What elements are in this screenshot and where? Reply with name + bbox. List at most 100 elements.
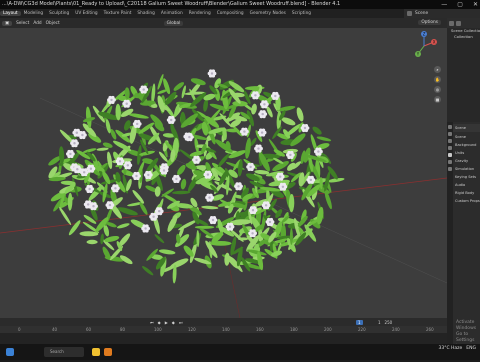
flower [258, 110, 268, 119]
tab-texture-paint[interactable]: Texture Paint [101, 11, 135, 16]
jump-start-icon[interactable]: ⏮ [150, 320, 154, 325]
property-row[interactable]: Gravity [453, 157, 480, 165]
plant-render [0, 69, 447, 318]
leaf [96, 147, 109, 151]
prev-key-icon[interactable]: ◆ [158, 320, 161, 325]
scene-tab-icon[interactable] [448, 153, 452, 157]
tab-rendering[interactable]: Rendering [186, 11, 214, 16]
zoom-icon[interactable]: ⌕ [434, 66, 441, 73]
property-row[interactable]: Simulation [453, 165, 480, 173]
system-tray: 33°C Haze ENG [438, 346, 476, 351]
leaf [79, 231, 99, 237]
timeline-ruler[interactable]: 0 40 60 80 100 120 140 160 180 200 220 240 260 [0, 326, 447, 333]
tab-scripting[interactable]: Scripting [289, 11, 314, 16]
frame-range: 1 250 [378, 320, 392, 325]
minimize-button[interactable]: — [441, 0, 447, 9]
tab-modeling[interactable]: Modeling [21, 11, 47, 16]
object-tab-icon[interactable] [448, 167, 452, 171]
camera-view-icon[interactable]: ◎ [434, 86, 441, 93]
output-tab-icon[interactable] [448, 139, 452, 143]
view-layer-tab-icon[interactable] [448, 146, 452, 150]
window-titlebar: ...\A-DW\CG3d Model\Plants\01_Ready to U… [0, 0, 480, 9]
leaf-cluster [48, 74, 345, 284]
svg-text:Z: Z [423, 32, 426, 37]
leaf [289, 228, 293, 245]
jump-end-icon[interactable]: ⏭ [179, 320, 183, 325]
property-row[interactable]: Rigid Body [453, 189, 480, 197]
leaf [251, 103, 257, 115]
leaf [165, 91, 177, 105]
leaf [132, 189, 145, 204]
leaf [86, 239, 98, 245]
tab-geometry-nodes[interactable]: Geometry Nodes [247, 11, 289, 16]
render-tab-icon[interactable] [448, 132, 452, 136]
playback-controls: ⏮ ◆ ▶ ◆ ⏭ [150, 320, 182, 325]
timeline-panel[interactable]: ⏮ ◆ ▶ ◆ ⏭ 1 1 250 0 40 60 80 100 120 140 160 180… [0, 318, 447, 344]
search-input[interactable]: Search [44, 347, 84, 357]
timeline-controls: ⏮ ◆ ▶ ◆ ⏭ 1 1 250 [0, 318, 447, 326]
property-row[interactable]: Scene [453, 133, 480, 141]
timeline-tick-label: 180 [290, 327, 298, 332]
outliner-header [447, 18, 480, 28]
property-row[interactable]: Audio [453, 181, 480, 189]
filter-icon[interactable] [456, 20, 461, 26]
leaf [158, 249, 176, 255]
maximize-button[interactable]: ▢ [457, 0, 463, 9]
tab-animation[interactable]: Animation [158, 11, 186, 16]
properties-header: Scene [453, 124, 480, 132]
current-frame-field[interactable]: 1 [356, 319, 363, 325]
timeline-tick-label: 160 [256, 327, 264, 332]
property-row[interactable]: Units [453, 149, 480, 157]
property-row[interactable]: Custom Props [453, 197, 480, 205]
timeline-tick-label: 0 [18, 327, 21, 332]
workspace-tab-bar: Layout Modeling Sculpting UV Editing Tex… [0, 9, 480, 18]
leaf [177, 164, 186, 176]
leaf [180, 178, 187, 190]
tab-shading[interactable]: Shading [134, 11, 157, 16]
flower [207, 69, 217, 78]
timeline-track[interactable] [0, 333, 447, 344]
activation-title: Activate Windows [456, 320, 477, 331]
timeline-tick-label: 220 [358, 327, 366, 332]
leaf [181, 85, 186, 99]
next-key-icon[interactable]: ◆ [172, 320, 175, 325]
tab-layout[interactable]: Layout [0, 11, 21, 16]
language-indicator[interactable]: ENG [466, 346, 476, 351]
tab-compositing[interactable]: Compositing [214, 11, 247, 16]
perspective-toggle-icon[interactable]: ▦ [434, 96, 441, 103]
leaf [128, 113, 149, 119]
leaf [67, 192, 73, 211]
start-icon[interactable] [6, 348, 14, 356]
flower [205, 193, 214, 202]
timeline-tick-label: 200 [324, 327, 332, 332]
scene-selector[interactable]: Scene [404, 9, 480, 18]
flower [208, 216, 218, 225]
navigation-gizmo[interactable]: X Y Z [408, 30, 440, 62]
pan-hand-icon[interactable]: ✋ [434, 76, 441, 83]
file-explorer-icon[interactable] [92, 348, 100, 356]
property-row[interactable]: Keying Sets [453, 173, 480, 181]
close-button[interactable]: ✕ [473, 0, 478, 9]
tab-uv-editing[interactable]: UV Editing [72, 11, 100, 16]
leaf [296, 107, 304, 122]
weather-status[interactable]: 33°C Haze [438, 346, 462, 351]
scene-label: Scene [415, 11, 429, 16]
outliner-row[interactable]: Collection [447, 34, 480, 40]
end-frame-field[interactable]: 250 [385, 320, 393, 325]
tool-tab-icon[interactable] [448, 125, 452, 129]
property-row[interactable]: Background [453, 141, 480, 149]
play-icon[interactable]: ▶ [165, 320, 168, 325]
timeline-tick-label: 80 [120, 327, 126, 332]
svg-text:X: X [433, 40, 436, 45]
tab-sculpting[interactable]: Sculpting [46, 11, 72, 16]
blender-icon[interactable] [104, 348, 112, 356]
leaf [194, 225, 215, 229]
timeline-tick-label: 260 [426, 327, 434, 332]
3d-viewport[interactable]: ▣ Select Add Object Global Options X Y Z… [0, 18, 447, 318]
window-title: ...\A-DW\CG3d Model\Plants\01_Ready to U… [2, 1, 341, 7]
timeline-tick-label: 120 [188, 327, 196, 332]
properties-panel: Scene Scene Background Units Gravity Sim… [447, 122, 480, 344]
start-frame-field[interactable]: 1 [378, 320, 381, 325]
world-tab-icon[interactable] [448, 160, 452, 164]
flower [172, 174, 181, 183]
